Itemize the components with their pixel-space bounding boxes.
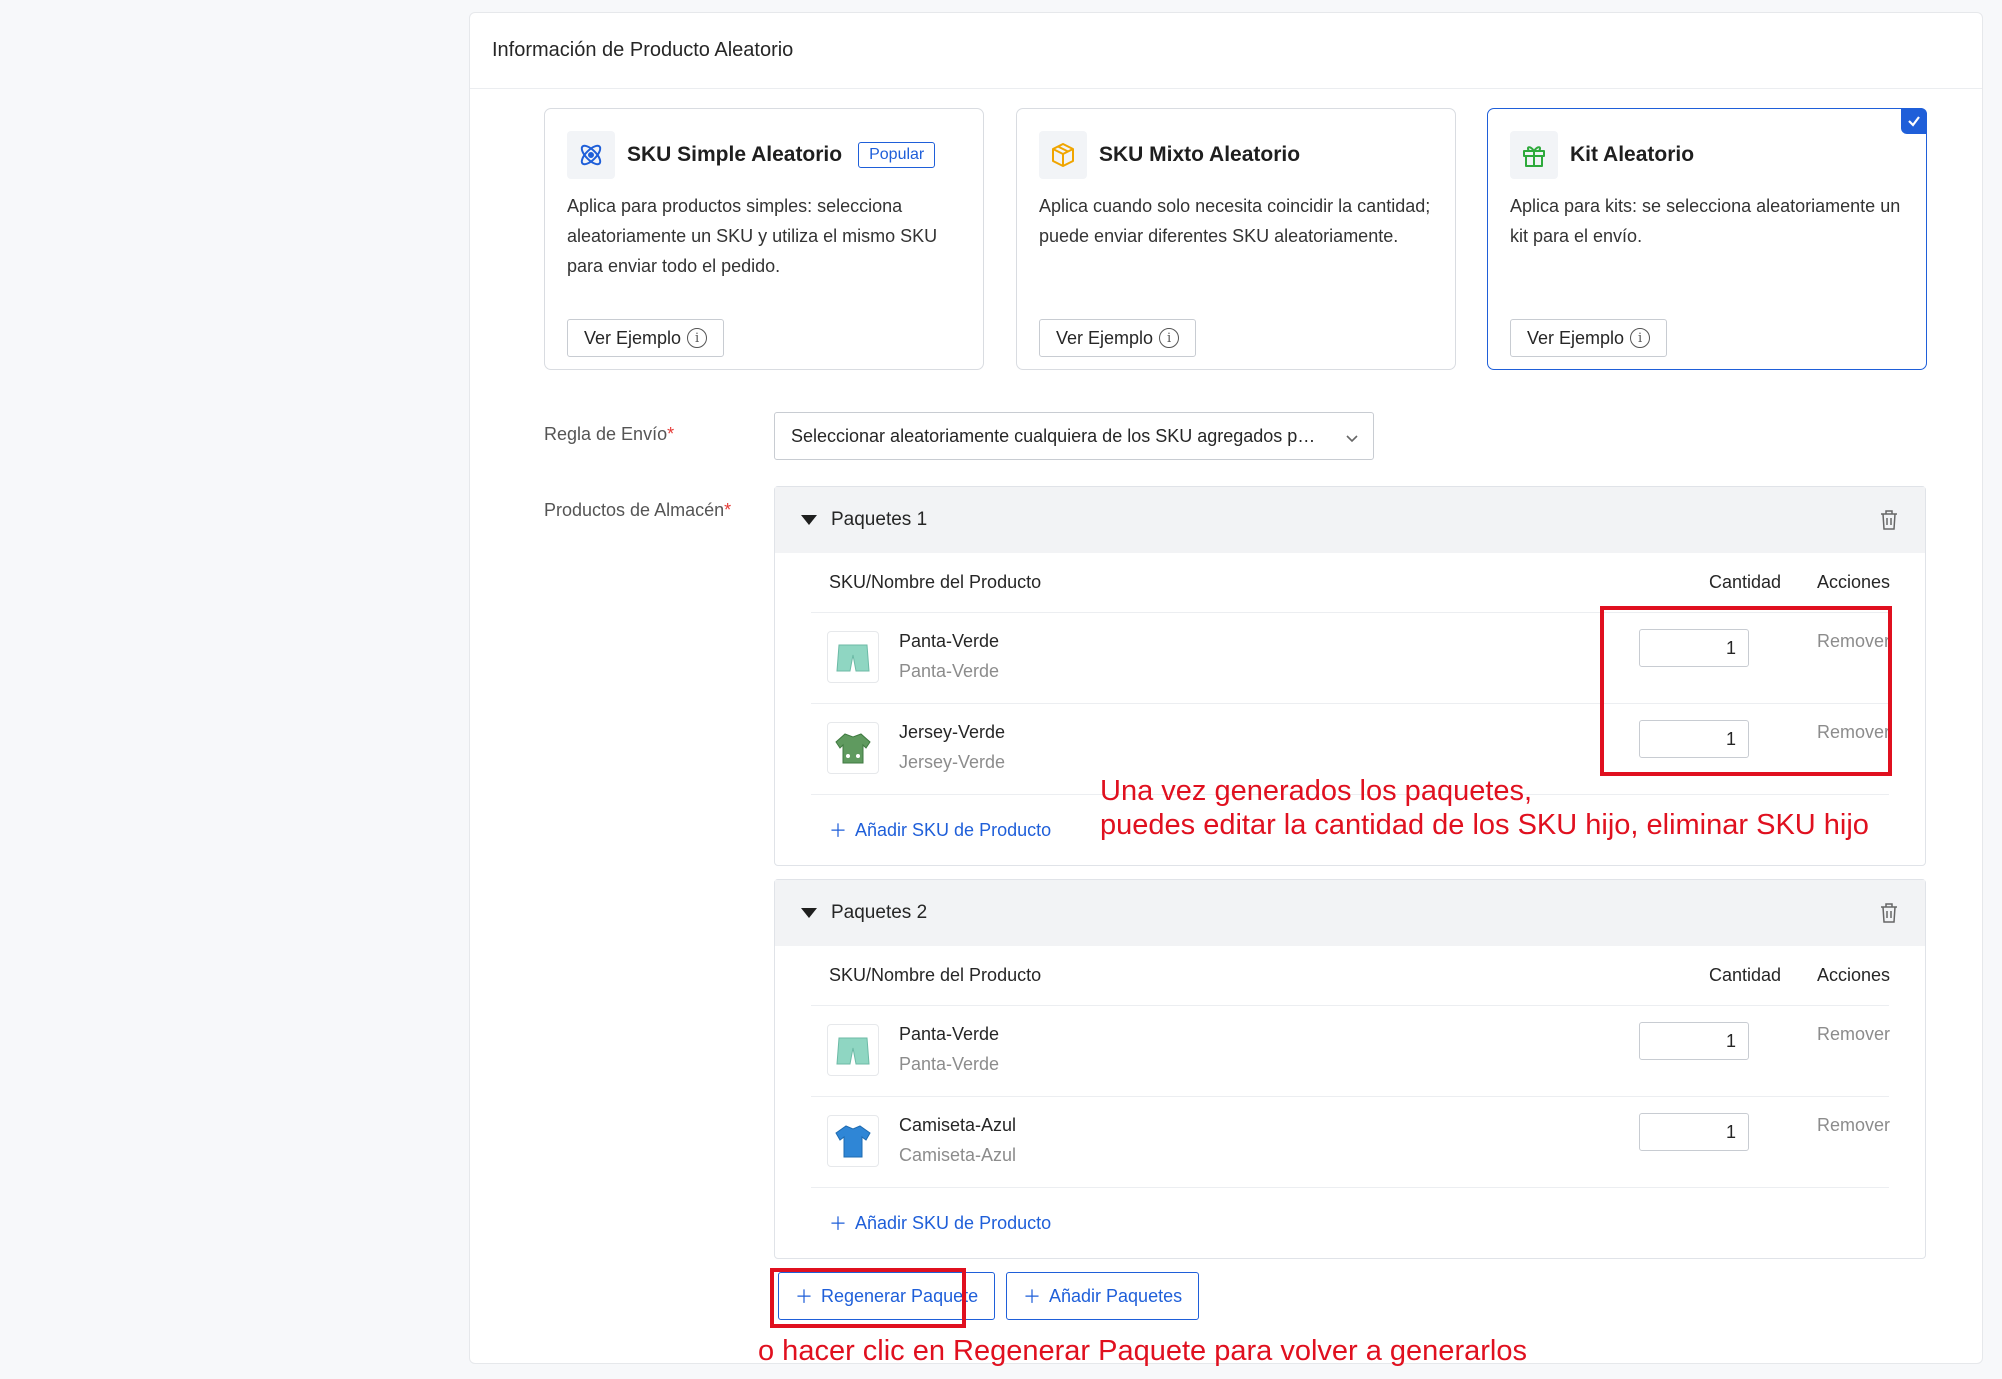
required-mark: * xyxy=(724,500,732,520)
caret-down-icon[interactable] xyxy=(801,515,817,525)
card-kit-random[interactable]: Kit Aleatorio Aplica para kits: se selec… xyxy=(1487,108,1927,370)
view-example-button[interactable]: Ver Ejemplo i xyxy=(1510,319,1668,357)
caret-down-icon[interactable] xyxy=(801,908,817,918)
card-title: Kit Aleatorio xyxy=(1570,143,1695,166)
annotation-text: Una vez generados los paquetes, puedes e… xyxy=(1100,774,1869,842)
view-example-label: Ver Ejemplo xyxy=(584,327,682,348)
box-icon xyxy=(1039,131,1087,179)
package-name: Paquetes 1 xyxy=(831,509,928,530)
shipping-rule-label: Regla de Envío* xyxy=(544,424,675,444)
blue-tshirt-icon xyxy=(827,1115,879,1167)
package-block: Paquetes 2 SKU/Nombre del Producto Canti… xyxy=(774,879,1926,1259)
add-packages-label: Añadir Paquetes xyxy=(1049,1285,1183,1306)
plus-icon: ＋ xyxy=(829,821,847,841)
col-qty: Cantidad xyxy=(1709,572,1782,592)
green-jersey-icon xyxy=(827,722,879,774)
info-icon: i xyxy=(687,328,708,348)
card-sku-mixed[interactable]: SKU Mixto Aleatorio Aplica cuando solo n… xyxy=(1016,108,1456,370)
popular-badge: Popular xyxy=(858,142,936,168)
table-row: Camiseta-Azul Camiseta-Azul Remover xyxy=(811,1097,1890,1188)
annotation-text: o hacer clic en Regenerar Paquete para v… xyxy=(758,1335,1527,1367)
product-name: Jersey-Verde xyxy=(899,722,1006,742)
check-icon xyxy=(1901,108,1927,134)
product-sku: Panta-Verde xyxy=(899,661,1000,681)
card-description: Aplica para kits: se selecciona aleatori… xyxy=(1510,196,1901,246)
product-sku: Panta-Verde xyxy=(899,1054,1000,1074)
quantity-input[interactable] xyxy=(1639,1113,1749,1151)
col-qty: Cantidad xyxy=(1709,965,1782,985)
trash-icon[interactable] xyxy=(1879,902,1899,929)
green-shorts-icon xyxy=(827,631,879,683)
annotation-line: Una vez generados los paquetes, xyxy=(1100,775,1533,807)
col-actions: Acciones xyxy=(1817,965,1891,985)
remove-link[interactable]: Remover xyxy=(1817,1024,1890,1045)
shipping-rule-value: Seleccionar aleatoriamente cualquiera de… xyxy=(791,425,1316,446)
trash-icon[interactable] xyxy=(1879,509,1899,536)
card-sku-simple[interactable]: SKU Simple Aleatorio Popular Aplica para… xyxy=(544,108,984,370)
view-example-label: Ver Ejemplo xyxy=(1056,327,1154,348)
col-actions: Acciones xyxy=(1817,572,1891,592)
plus-icon: ＋ xyxy=(1023,1287,1041,1307)
shipping-rule-select[interactable]: Seleccionar aleatoriamente cualquiera de… xyxy=(774,412,1374,460)
card-description: Aplica cuando solo necesita coincidir la… xyxy=(1039,196,1431,246)
add-sku-label: Añadir SKU de Producto xyxy=(855,1212,1052,1233)
package-header[interactable]: Paquetes 1 xyxy=(775,487,1925,553)
product-name: Panta-Verde xyxy=(899,1024,1000,1044)
view-example-button[interactable]: Ver Ejemplo i xyxy=(567,319,725,357)
warehouse-products-label: Productos de Almacén* xyxy=(544,500,732,520)
highlight-box-quantity-actions xyxy=(1600,606,1892,776)
card-description: Aplica para productos simples: seleccion… xyxy=(567,196,938,276)
annotation-line: puedes editar la cantidad de los SKU hij… xyxy=(1100,809,1869,841)
product-name: Panta-Verde xyxy=(899,631,1000,651)
required-mark: * xyxy=(667,424,675,444)
add-sku-label: Añadir SKU de Producto xyxy=(855,819,1052,840)
add-packages-button[interactable]: ＋ Añadir Paquetes xyxy=(1006,1272,1200,1320)
atom-icon xyxy=(567,131,615,179)
add-sku-button[interactable]: ＋ Añadir SKU de Producto xyxy=(811,1188,1889,1258)
highlight-box-regenerate xyxy=(770,1268,966,1328)
product-sku: Camiseta-Azul xyxy=(899,1145,1017,1165)
info-icon: i xyxy=(1159,328,1180,348)
product-name: Camiseta-Azul xyxy=(899,1115,1017,1135)
package-name: Paquetes 2 xyxy=(831,902,928,923)
remove-link[interactable]: Remover xyxy=(1817,1115,1890,1136)
chevron-down-icon xyxy=(1345,429,1359,450)
plus-icon: ＋ xyxy=(829,1214,847,1234)
table-header: SKU/Nombre del Producto Cantidad Accione… xyxy=(811,946,1891,1006)
card-title: SKU Mixto Aleatorio xyxy=(1099,143,1301,166)
product-sku: Jersey-Verde xyxy=(899,752,1006,772)
card-title: SKU Simple Aleatorio xyxy=(627,143,843,166)
info-icon: i xyxy=(1630,328,1651,348)
col-sku: SKU/Nombre del Producto xyxy=(829,965,1042,985)
package-header[interactable]: Paquetes 2 xyxy=(775,880,1925,946)
view-example-button[interactable]: Ver Ejemplo i xyxy=(1039,319,1197,357)
table-row: Panta-Verde Panta-Verde Remover xyxy=(811,1006,1890,1097)
view-example-label: Ver Ejemplo xyxy=(1527,327,1625,348)
panel-title: Información de Producto Aleatorio xyxy=(470,13,1982,89)
green-shorts-icon xyxy=(827,1024,879,1076)
table-header: SKU/Nombre del Producto Cantidad Accione… xyxy=(811,553,1891,613)
col-sku: SKU/Nombre del Producto xyxy=(829,572,1042,592)
gift-icon xyxy=(1510,131,1558,179)
quantity-input[interactable] xyxy=(1639,1022,1749,1060)
